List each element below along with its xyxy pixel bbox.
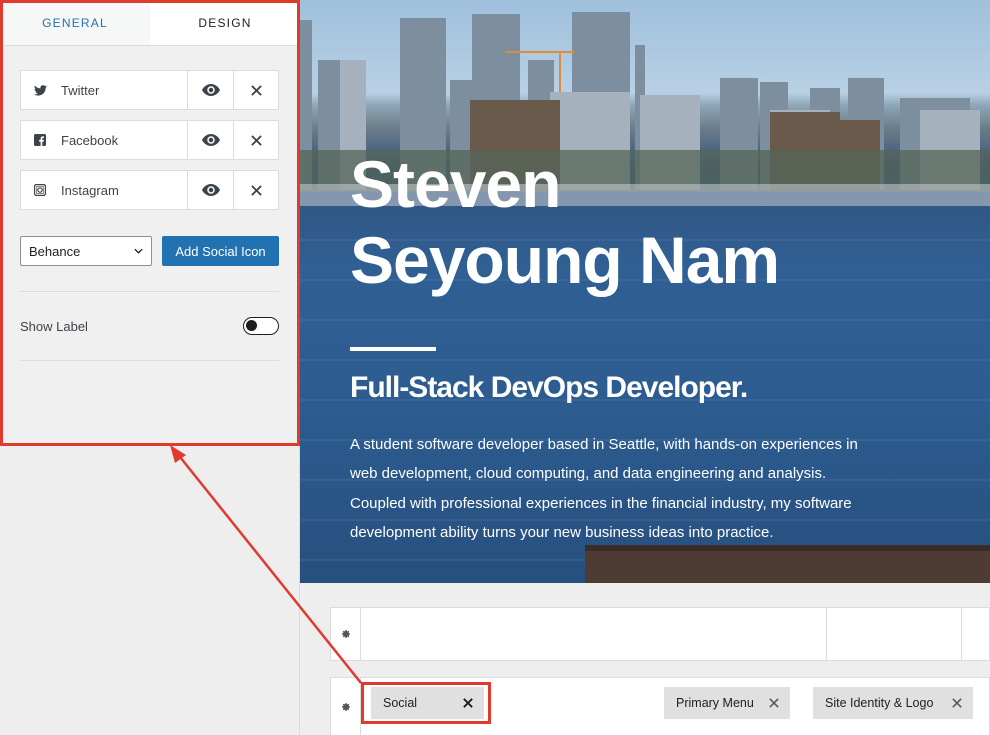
annotation-arrow [170,445,362,684]
